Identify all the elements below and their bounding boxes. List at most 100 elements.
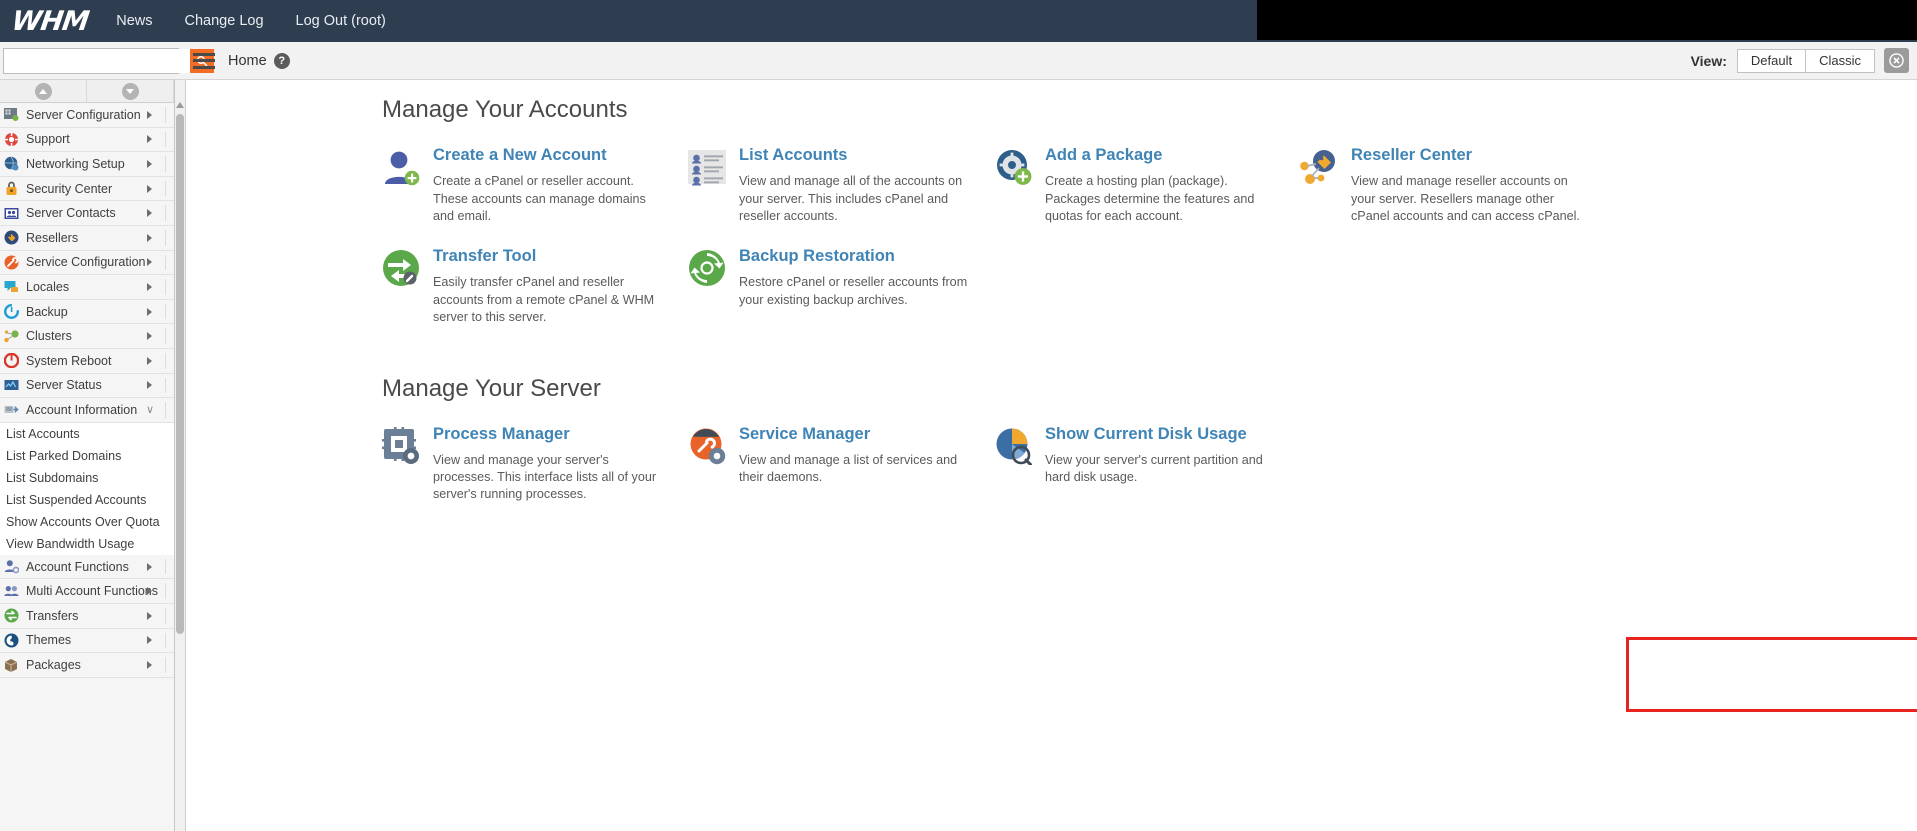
tile-service-manager: Service Manager View and manage a list of… [688, 425, 994, 504]
tile-link-show-current-disk-usage[interactable]: Show Current Disk Usage [1045, 425, 1282, 443]
view-default-button[interactable]: Default [1737, 49, 1806, 73]
sidebar-item-divider [165, 378, 166, 394]
sidebar-item-service-configuration[interactable]: Service Configuration [0, 251, 174, 276]
sidebar-item-divider [165, 181, 166, 197]
package-add-icon-wrap [994, 148, 1032, 186]
page-layout: Server Configuration SupportNetworking Se… [0, 80, 1917, 831]
sidebar-item-multi-account-functions[interactable]: Multi Account Functions [0, 579, 174, 604]
scrollbar-thumb[interactable] [176, 114, 184, 634]
transfer-tool-icon-wrap [382, 249, 420, 287]
chevron-right-icon [147, 357, 152, 365]
list-accounts-icon-wrap [688, 148, 726, 186]
sidebar-item-clusters[interactable]: Clusters [0, 324, 174, 349]
sidebar-scroll-up-button[interactable] [0, 80, 87, 102]
tile-link-backup-restoration[interactable]: Backup Restoration [739, 247, 976, 265]
tile-add-a-package: Add a PackageCreate a hosting plan (pack… [994, 146, 1300, 225]
sidebar-item-label: Security Center [26, 182, 112, 196]
sidebar-item-transfers[interactable]: Transfers [0, 604, 174, 629]
sidebar-item-divider [165, 132, 166, 148]
sidebar-item-label: Account Functions [26, 560, 129, 574]
tile-link-reseller-center[interactable]: Reseller Center [1351, 146, 1588, 164]
sidebar-item-list: Server Configuration SupportNetworking Se… [0, 103, 174, 678]
sidebar-item-divider [165, 304, 166, 320]
chevron-right-icon [147, 563, 152, 571]
sidebar-item-divider [165, 107, 166, 123]
backup-restore-icon-wrap [688, 249, 726, 287]
topnav-link-news[interactable]: News [116, 13, 152, 29]
sidebar-item-divider [165, 633, 166, 649]
sidebar-item-divider [165, 657, 166, 673]
sidebar-subitem-view-bandwidth-usage[interactable]: View Bandwidth Usage [0, 533, 174, 555]
contacts-icon [4, 206, 19, 221]
transfer-tool-icon [382, 249, 420, 287]
close-button[interactable] [1884, 48, 1909, 73]
sidebar-item-server-configuration[interactable]: Server Configuration [0, 103, 174, 128]
sidebar-item-packages[interactable]: Packages [0, 653, 174, 678]
view-classic-button[interactable]: Classic [1806, 49, 1875, 73]
tag-icon-wrap [4, 230, 19, 245]
tile-transfer-tool: Transfer ToolEasily transfer cPanel and … [382, 247, 688, 326]
sidebar-item-themes[interactable]: Themes [0, 629, 174, 654]
package-icon [4, 657, 19, 672]
reseller-network-icon [1300, 148, 1338, 186]
sidebar-item-resellers[interactable]: Resellers [0, 226, 174, 251]
lock-icon [4, 181, 19, 196]
breadcrumb-home[interactable]: Home [228, 53, 267, 69]
toggle-bar [193, 66, 215, 69]
tile-body: Process Manager View and manage your serv… [433, 425, 688, 504]
chevron-down-icon: ∨ [146, 403, 154, 416]
status-monitor-icon-wrap [4, 378, 19, 393]
user-gear-icon [4, 559, 19, 574]
sidebar-item-label: Locales [26, 280, 69, 294]
sidebar-item-account-functions[interactable]: Account Functions [0, 555, 174, 580]
globe-icon-wrap [4, 156, 19, 171]
toggle-bar [193, 53, 215, 56]
sidebar-item-account-information[interactable]: Account Information∨ [0, 398, 174, 423]
sidebar-subitem-list-suspended-accounts[interactable]: List Suspended Accounts [0, 489, 174, 511]
package-icon-wrap [4, 657, 19, 672]
sidebar-item-security-center[interactable]: Security Center [0, 177, 174, 202]
speech-bubble-icon [4, 279, 19, 294]
sidebar-item-divider [165, 402, 166, 418]
sidebar-subitem-list-parked-domains[interactable]: List Parked Domains [0, 445, 174, 467]
sidebar-item-label: Server Configuration [26, 108, 141, 122]
tile-link-transfer-tool[interactable]: Transfer Tool [433, 247, 670, 265]
accounts-tile-grid: Create a New AccountCreate a cPanel or r… [382, 146, 1917, 327]
chevron-right-icon [147, 283, 152, 291]
sidebar-scrollbar[interactable] [175, 80, 186, 831]
tile-link-service-manager[interactable]: Service Manager [739, 425, 976, 443]
sidebar-item-support[interactable]: Support [0, 128, 174, 153]
tile-link-list-accounts[interactable]: List Accounts [739, 146, 976, 164]
server-tile-grid: Process Manager View and manage your serv… [382, 425, 1917, 504]
tile-create-a-new-account: Create a New AccountCreate a cPanel or r… [382, 146, 688, 225]
search-input[interactable] [4, 49, 190, 73]
tile-description: View and manage your server's processes.… [433, 452, 670, 504]
topnav-link-log-out[interactable]: Log Out (root) [296, 13, 386, 29]
chevron-right-icon [147, 209, 152, 217]
sidebar-item-system-reboot[interactable]: System Reboot [0, 349, 174, 374]
tile-link-create-a-new-account[interactable]: Create a New Account [433, 146, 670, 164]
sidebar-item-backup[interactable]: Backup [0, 300, 174, 325]
tile-description: View and manage reseller accounts on you… [1351, 173, 1588, 225]
sidebar-subitem-list-accounts[interactable]: List Accounts [0, 423, 174, 445]
sidebar-item-server-contacts[interactable]: Server Contacts [0, 201, 174, 226]
sidebar-scroll-down-button[interactable] [87, 80, 174, 102]
sidebar-subitem-list-subdomains[interactable]: List Subdomains [0, 467, 174, 489]
tile-link-process-manager[interactable]: Process Manager [433, 425, 670, 443]
sidebar-item-server-status[interactable]: Server Status [0, 374, 174, 399]
sidebar-item-networking-setup[interactable]: Networking Setup [0, 152, 174, 177]
tile-show-current-disk-usage: Show Current Disk UsageView your server'… [994, 425, 1300, 504]
sidebar-collapse-toggle[interactable] [193, 53, 215, 69]
topnav-link-change-log[interactable]: Change Log [185, 13, 264, 29]
tile-body: List AccountsView and manage all of the … [739, 146, 994, 225]
sidebar-item-locales[interactable]: Locales [0, 275, 174, 300]
tile-description: View and manage a list of services and t… [739, 452, 976, 487]
package-add-icon [994, 148, 1032, 186]
help-icon[interactable]: ? [274, 53, 290, 69]
themes-icon-wrap [4, 633, 19, 648]
tile-body: Show Current Disk UsageView your server'… [1045, 425, 1300, 487]
sidebar-item-divider [165, 230, 166, 246]
tag-icon [4, 230, 19, 245]
tile-link-add-a-package[interactable]: Add a Package [1045, 146, 1282, 164]
sidebar-subitem-show-accounts-over-quota[interactable]: Show Accounts Over Quota [0, 511, 174, 533]
